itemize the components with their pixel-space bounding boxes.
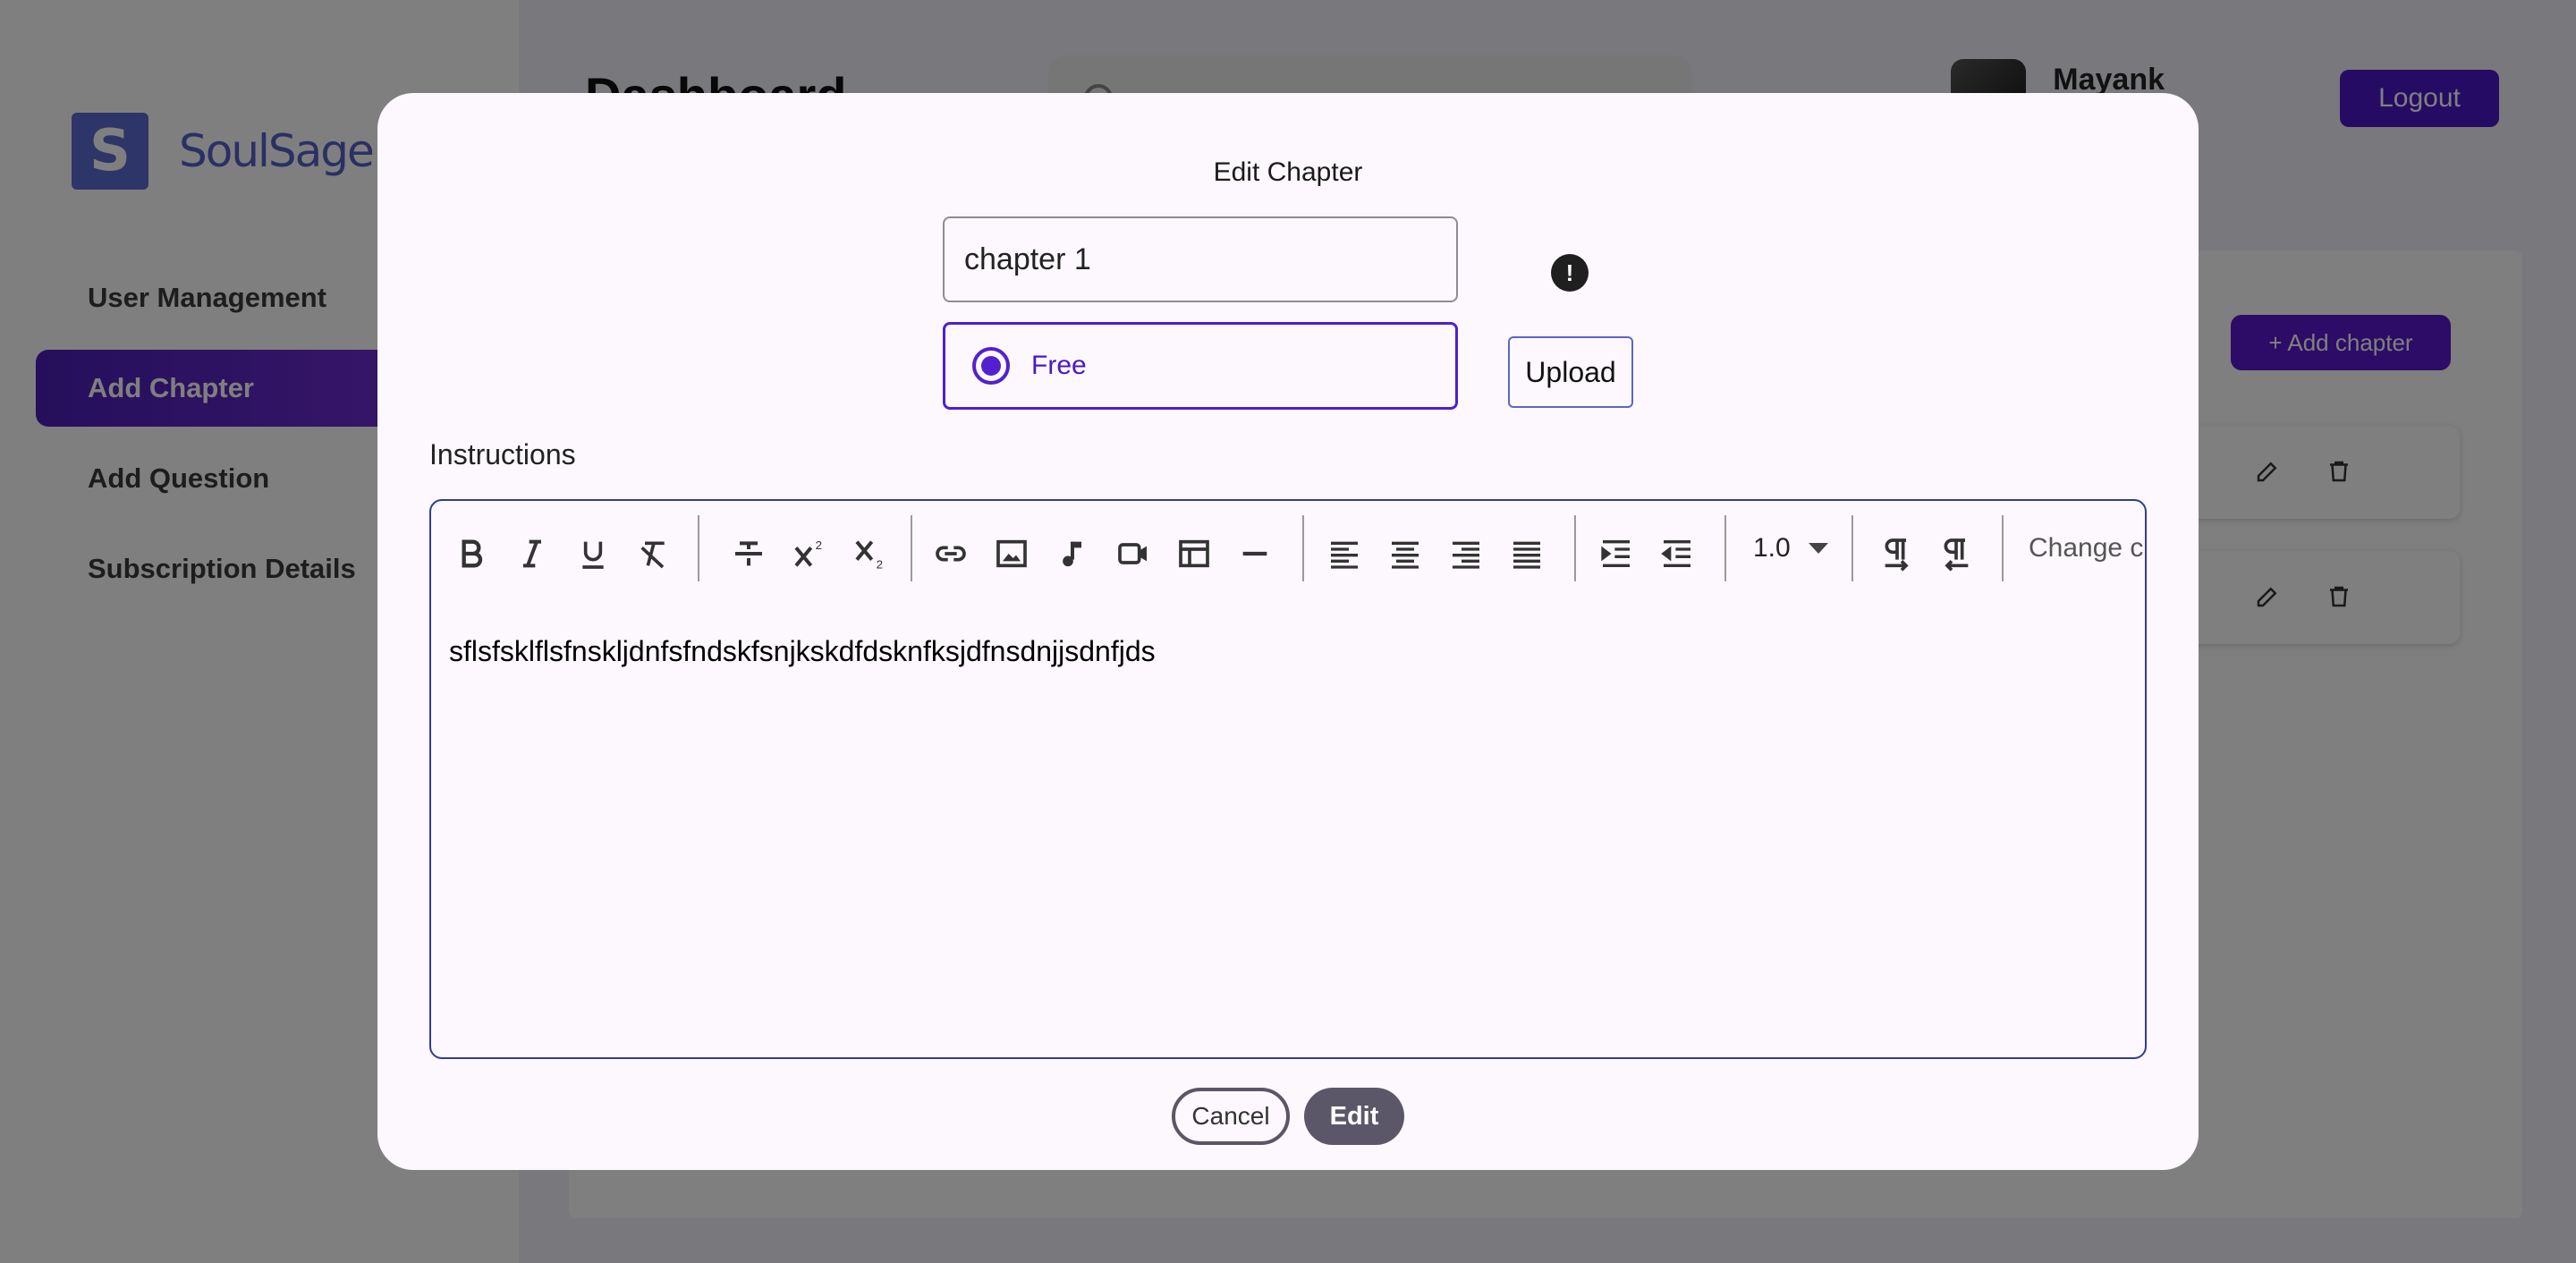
video-icon[interactable]	[1111, 531, 1156, 576]
audio-icon[interactable]	[1050, 531, 1095, 576]
horizontal-rule-icon[interactable]	[1233, 531, 1277, 576]
toolbar-divider	[698, 515, 699, 581]
bold-icon[interactable]	[449, 531, 494, 576]
editor-toolbar: 2 2 1.0 Change c	[431, 501, 2145, 605]
toolbar-divider	[2002, 515, 2004, 581]
change-format-dropdown[interactable]: Change c	[2029, 533, 2143, 564]
subscript-icon[interactable]: 2	[848, 531, 893, 576]
instructions-label: Instructions	[429, 438, 576, 470]
table-icon[interactable]	[1172, 531, 1216, 576]
free-radio-option[interactable]: Free	[943, 322, 1458, 410]
toolbar-divider	[1302, 515, 1304, 581]
indent-icon[interactable]	[1594, 531, 1639, 576]
chapter-name-input[interactable]	[943, 216, 1458, 302]
line-height-select[interactable]: 1.0	[1753, 533, 1828, 564]
upload-button[interactable]: Upload	[1508, 336, 1633, 408]
italic-icon[interactable]	[510, 531, 555, 576]
cancel-button[interactable]: Cancel	[1172, 1088, 1290, 1145]
align-right-icon[interactable]	[1444, 531, 1488, 576]
toolbar-divider	[1724, 515, 1726, 581]
superscript-icon[interactable]: 2	[787, 531, 832, 576]
link-icon[interactable]	[928, 531, 973, 576]
toolbar-divider	[1574, 515, 1576, 581]
align-justify-icon[interactable]	[1504, 531, 1549, 576]
info-icon: !	[1551, 254, 1589, 292]
align-center-icon[interactable]	[1383, 531, 1428, 576]
editor-content[interactable]: sflsfsklflsfnskljdnfsfndskfsnjkskdfdsknf…	[449, 635, 1156, 668]
line-height-value: 1.0	[1753, 533, 1791, 563]
edit-button[interactable]: Edit	[1304, 1088, 1404, 1145]
edit-chapter-modal: Edit Chapter ! Free Upload Instructions	[377, 93, 2199, 1170]
toolbar-divider	[911, 515, 912, 581]
align-left-icon[interactable]	[1322, 531, 1367, 576]
rich-text-editor[interactable]: 2 2 1.0 Change c sflsfsklflsfnskljdnfsfn…	[429, 499, 2147, 1059]
free-label: Free	[1031, 351, 1087, 380]
clear-format-icon[interactable]	[631, 531, 676, 576]
outdent-icon[interactable]	[1655, 531, 1699, 576]
ltr-icon[interactable]	[1875, 531, 1919, 576]
underline-icon[interactable]	[571, 531, 615, 576]
radio-dot	[981, 356, 1001, 376]
image-icon[interactable]	[989, 531, 1034, 576]
strikethrough-icon[interactable]	[726, 531, 771, 576]
radio-button[interactable]	[972, 347, 1010, 385]
modal-title: Edit Chapter	[1213, 157, 1363, 187]
svg-text:2: 2	[877, 558, 883, 572]
svg-text:2: 2	[816, 538, 822, 552]
chevron-down-icon	[1808, 543, 1828, 554]
rtl-icon[interactable]	[1934, 531, 1979, 576]
toolbar-divider	[1852, 515, 1853, 581]
